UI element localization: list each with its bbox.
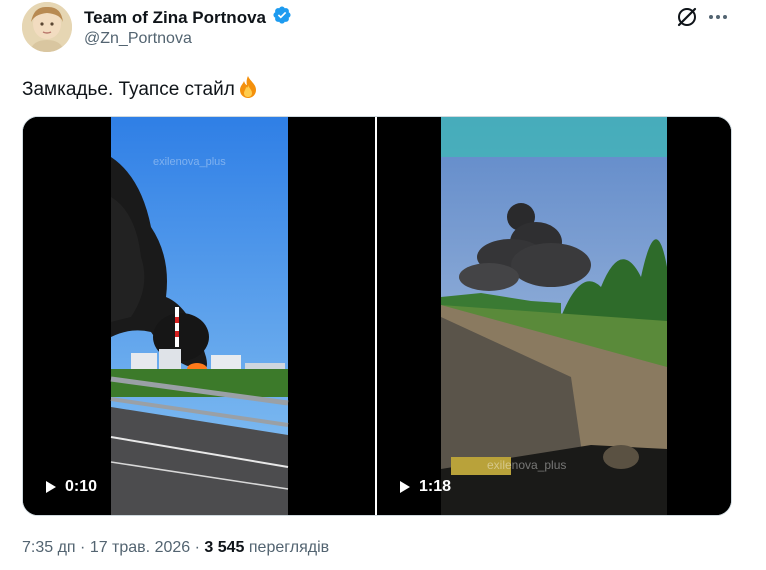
tweet-meta: 7:35 дп · 17 трав. 2026 · 3 545 перегляд… xyxy=(22,539,329,557)
duration-label: 0:10 xyxy=(65,478,98,495)
meta-separator: · xyxy=(75,539,90,556)
author-handle[interactable]: @Zn_Portnova xyxy=(84,30,192,48)
views-count: 3 545 xyxy=(204,539,245,556)
watermark-2: exilenova_plus xyxy=(487,458,566,472)
play-icon xyxy=(46,481,56,493)
media-grid: exilenova_plus 0:10 exilenova_plus 1:18 xyxy=(22,116,732,516)
views-label: переглядів xyxy=(248,539,330,556)
watermark-1: exilenova_plus xyxy=(153,156,226,168)
grok-icon[interactable] xyxy=(676,6,698,28)
author-name[interactable]: Team of Zina Portnova xyxy=(84,8,266,28)
more-icon[interactable] xyxy=(707,6,729,28)
duration-label: 1:18 xyxy=(419,478,452,495)
avatar[interactable] xyxy=(22,2,72,52)
tweet-text-content: Замкадье. Туапсе стайл xyxy=(22,79,235,100)
fire-emoji xyxy=(237,75,259,105)
tweet-time[interactable]: 7:35 дп xyxy=(22,539,76,556)
tweet-text: Замкадье. Туапсе стайл xyxy=(22,75,259,105)
video-2-duration: 1:18 xyxy=(399,478,451,496)
meta-separator: · xyxy=(190,539,205,556)
video-1[interactable]: exilenova_plus 0:10 xyxy=(23,117,375,515)
verified-badge-icon xyxy=(272,5,292,30)
tweet-date[interactable]: 17 трав. 2026 xyxy=(90,539,190,556)
play-icon xyxy=(400,481,410,493)
video-2[interactable]: exilenova_plus 1:18 xyxy=(377,117,731,515)
video-1-duration: 0:10 xyxy=(45,478,97,496)
